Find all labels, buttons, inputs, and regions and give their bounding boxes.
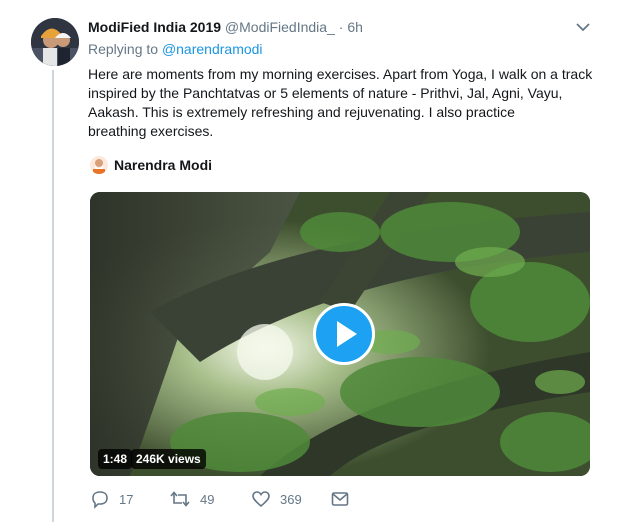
- play-button[interactable]: [313, 303, 375, 365]
- tweet-text-line: breathing exercises.: [88, 123, 214, 139]
- tweet-text-line: inspired by the Panchtatvas or 5 element…: [88, 85, 563, 101]
- tweet-header: ModiFied India 2019 @ModiFiedIndia_ · 6h: [88, 17, 363, 37]
- video-author-avatar-image: [90, 156, 108, 174]
- reply-count: 17: [119, 491, 134, 507]
- like-count: 369: [280, 491, 302, 507]
- thread-line: [52, 70, 54, 522]
- reply-action[interactable]: 17: [90, 488, 133, 510]
- view-count: 246K views: [131, 449, 206, 469]
- tweet-text-line: Aakash. This is extremely refreshing and…: [88, 104, 515, 120]
- more-options-button[interactable]: [574, 19, 592, 35]
- retweet-count: 49: [200, 491, 215, 507]
- chevron-down-icon: [576, 23, 590, 32]
- replying-to-label: Replying to: [88, 41, 159, 57]
- video-author-avatar: [90, 156, 108, 174]
- replying-to: Replying to @narendramodi: [88, 41, 263, 57]
- play-icon: [337, 321, 357, 347]
- tweet-text: Here are moments from my morning exercis…: [88, 65, 593, 141]
- retweet-icon: [170, 491, 190, 507]
- envelope-icon: [331, 492, 349, 506]
- direct-message-action[interactable]: [330, 488, 350, 510]
- retweet-action[interactable]: 49: [169, 488, 214, 510]
- avatar[interactable]: [31, 18, 79, 66]
- video-byline[interactable]: Narendra Modi: [90, 154, 212, 176]
- avatar-image: [31, 18, 79, 66]
- video-duration: 1:48: [98, 449, 133, 469]
- tweet-text-line: Here are moments from my morning exercis…: [88, 66, 593, 82]
- user-handle[interactable]: @ModiFiedIndia_: [225, 19, 335, 35]
- like-action[interactable]: 369: [251, 488, 302, 510]
- reply-icon: [92, 491, 108, 509]
- separator-dot: ·: [338, 19, 344, 35]
- heart-icon: [252, 491, 270, 508]
- timestamp[interactable]: 6h: [347, 19, 363, 35]
- display-name[interactable]: ModiFied India 2019: [88, 19, 221, 35]
- video-player[interactable]: 1:48 246K views: [90, 192, 590, 476]
- replying-to-mention[interactable]: @narendramodi: [162, 41, 263, 57]
- video-author-name[interactable]: Narendra Modi: [114, 157, 212, 173]
